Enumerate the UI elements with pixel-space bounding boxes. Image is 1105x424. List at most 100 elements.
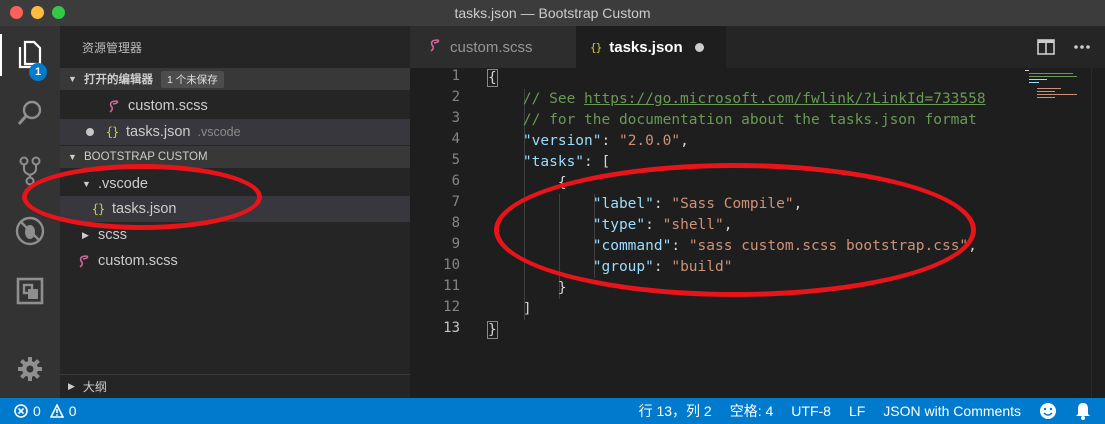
- indentation[interactable]: 空格: 4: [730, 401, 774, 421]
- comment: // See: [522, 91, 585, 107]
- explorer-sidebar: 资源管理器 ▼ 打开的编辑器 1 个未保存 custom.scss {} tas…: [60, 26, 410, 398]
- json-key: "tasks": [522, 154, 585, 170]
- source-control-icon: [19, 156, 41, 186]
- open-editor-item-tasks-json[interactable]: {} tasks.json .vscode: [60, 119, 410, 145]
- doc-link[interactable]: https://go.microsoft.com/fwlink/?LinkId=…: [584, 91, 986, 107]
- json-file-icon: {}: [105, 125, 119, 139]
- code-line-12: ]: [522, 301, 532, 317]
- feedback-smiley-icon[interactable]: [1039, 402, 1057, 420]
- code-line-8: "type": "shell",: [592, 217, 733, 233]
- debug-icon: [15, 216, 45, 246]
- error-count: 0: [33, 403, 41, 419]
- sidebar-title: 资源管理器: [82, 41, 143, 55]
- unsaved-dot-icon[interactable]: [694, 42, 704, 52]
- sass-file-icon: [106, 99, 122, 113]
- file-label: tasks.json: [112, 201, 177, 217]
- problems-indicator[interactable]: 0 0: [14, 398, 77, 424]
- minimize-window-button[interactable]: [31, 6, 44, 19]
- tab-tasks-json[interactable]: {} tasks.json: [576, 26, 726, 68]
- file-tasks-json[interactable]: {} tasks.json: [60, 196, 410, 222]
- tab-custom-scss[interactable]: custom.scss: [410, 26, 576, 68]
- close-window-button[interactable]: [10, 6, 23, 19]
- open-editor-folder: .vscode: [197, 125, 241, 139]
- editor-tab-bar: custom.scss {} tasks.json: [410, 26, 1105, 68]
- chevron-down-icon: ▼: [68, 152, 77, 162]
- open-editor-item-custom-scss[interactable]: custom.scss: [60, 93, 410, 119]
- more-actions-icon[interactable]: [1073, 44, 1091, 50]
- line-number: 6: [451, 173, 460, 189]
- warning-icon: [49, 404, 64, 418]
- notification-bell-icon[interactable]: [1075, 402, 1091, 420]
- chevron-right-icon: ▶: [68, 381, 75, 391]
- json-file-icon: {}: [590, 40, 602, 54]
- open-editor-label: tasks.json: [126, 124, 191, 140]
- line-ending[interactable]: LF: [849, 403, 865, 419]
- vertical-scrollbar[interactable]: [1091, 68, 1105, 398]
- language-mode[interactable]: JSON with Comments: [883, 403, 1021, 419]
- outline-label: 大纲: [82, 380, 107, 394]
- code-line-10: "group": "build": [592, 259, 733, 275]
- open-editors-header[interactable]: ▼ 打开的编辑器 1 个未保存: [60, 68, 410, 90]
- folder-scss[interactable]: ▶ scss: [60, 222, 410, 248]
- line-number: 10: [443, 257, 460, 273]
- json-key: "command": [592, 238, 672, 254]
- window-controls: [10, 6, 65, 19]
- project-name: BOOTSTRAP CUSTOM: [84, 151, 208, 163]
- explorer-badge: 1: [29, 63, 47, 81]
- editor-actions: [1037, 26, 1091, 68]
- window-title: tasks.json — Bootstrap Custom: [454, 5, 651, 21]
- chevron-down-icon: ▼: [68, 74, 77, 84]
- line-number: 3: [451, 110, 460, 126]
- zoom-window-button[interactable]: [52, 6, 65, 19]
- warning-count: 0: [68, 403, 77, 419]
- chevron-right-icon: ▶: [82, 229, 89, 240]
- project-header[interactable]: ▼ BOOTSTRAP CUSTOM: [60, 146, 410, 168]
- gear-icon: [18, 357, 42, 381]
- minimap[interactable]: [1025, 68, 1085, 108]
- code-line-6: {: [557, 175, 567, 191]
- line-number: 5: [451, 152, 460, 168]
- explorer-button[interactable]: 1: [0, 30, 60, 81]
- file-custom-scss[interactable]: custom.scss: [60, 248, 410, 274]
- tab-label: tasks.json: [609, 38, 683, 56]
- debug-button[interactable]: [0, 206, 60, 256]
- line-number: 7: [451, 194, 460, 210]
- sass-file-icon: [428, 38, 442, 56]
- line-number: 2: [451, 89, 460, 105]
- open-editor-label: custom.scss: [128, 98, 208, 114]
- code-line-13: }: [487, 321, 498, 339]
- line-number: 8: [451, 215, 460, 231]
- code-line-3: // for the documentation about the tasks…: [488, 110, 977, 131]
- code-editor[interactable]: 1 2 3 4 5 6 7 8 9 10 11 12 13 { // See h…: [410, 68, 1105, 398]
- line-number: 9: [451, 236, 460, 252]
- status-bar: 0 0 行 13，列 2 空格: 4 UTF-8 LF JSON with Co…: [0, 398, 1105, 424]
- json-file-icon: {}: [91, 202, 105, 216]
- json-key: "label": [592, 196, 654, 212]
- json-key: "group": [592, 259, 654, 275]
- folder-label: scss: [98, 227, 127, 243]
- code-line-5: "tasks": [: [522, 154, 611, 170]
- unsaved-badge: 1 个未保存: [161, 70, 224, 88]
- search-button[interactable]: [0, 88, 60, 138]
- line-number: 1: [451, 68, 460, 84]
- line-number: 12: [443, 299, 460, 315]
- json-key: "type": [592, 217, 646, 233]
- extensions-button[interactable]: [0, 266, 60, 316]
- json-string: "2.0.0": [618, 133, 681, 149]
- json-string: "Sass Compile": [671, 196, 794, 212]
- outline-section[interactable]: ▶ 大纲: [60, 374, 410, 398]
- folder-vscode[interactable]: ▼ .vscode: [60, 171, 410, 197]
- cursor-position[interactable]: 行 13，列 2: [639, 401, 712, 421]
- source-control-button[interactable]: [0, 146, 60, 196]
- file-label: custom.scss: [98, 253, 178, 269]
- chevron-down-icon: ▼: [82, 179, 91, 189]
- code-line-4: "version": "2.0.0",: [522, 133, 689, 149]
- encoding[interactable]: UTF-8: [791, 403, 831, 419]
- sass-file-icon: [76, 254, 92, 268]
- search-icon: [17, 100, 42, 125]
- settings-button[interactable]: [0, 344, 60, 394]
- split-editor-icon[interactable]: [1037, 39, 1055, 55]
- extensions-icon: [16, 277, 44, 305]
- open-editors-label: 打开的编辑器: [84, 74, 153, 86]
- comment: // for the documentation about the tasks…: [522, 112, 977, 128]
